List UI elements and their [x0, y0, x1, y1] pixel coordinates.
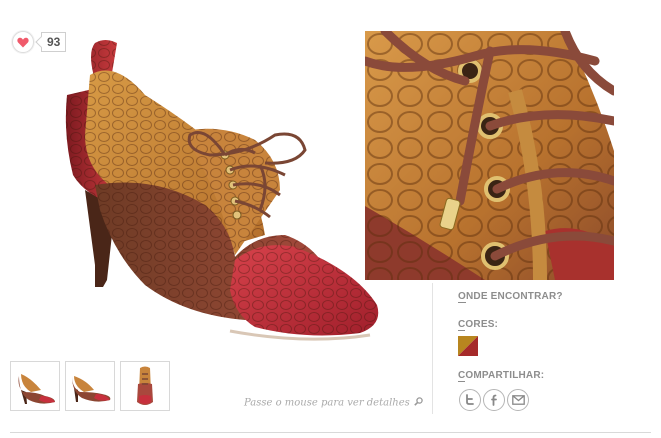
thumbnail-shoe-image	[72, 376, 111, 402]
zoom-detail-image	[365, 31, 614, 280]
facebook-button[interactable]	[483, 389, 505, 411]
thumbnail-2[interactable]	[65, 361, 115, 411]
where-to-find-link[interactable]: ONDE ENCONTRAR?	[458, 291, 563, 303]
twitter-button[interactable]	[459, 389, 481, 411]
where-label-rest: NDE ENCONTRAR?	[465, 291, 563, 302]
vertical-divider	[432, 283, 433, 414]
where-label-initial: O	[458, 291, 466, 303]
colors-label: CORES:	[458, 319, 499, 331]
colors-label-rest: ORES:	[465, 319, 499, 330]
twitter-icon	[466, 394, 474, 405]
magnifier-icon	[414, 397, 423, 409]
heart-icon	[17, 37, 29, 47]
facebook-icon	[491, 394, 497, 406]
zoom-hint-text: Passe o mouse para ver detalhes	[244, 397, 410, 409]
email-icon	[511, 395, 525, 405]
thumbnail-shoe-image	[137, 366, 153, 405]
email-button[interactable]	[507, 389, 529, 411]
share-label-rest: OMPARTILHAR:	[465, 370, 545, 381]
thumbnail-shoe-image	[18, 374, 55, 404]
thumbnail-3[interactable]	[120, 361, 170, 411]
thumbnail-1[interactable]	[10, 361, 60, 411]
color-swatch[interactable]	[458, 336, 478, 356]
like-button[interactable]	[12, 31, 34, 53]
zoom-hint: Passe o mouse para ver detalhes	[244, 397, 423, 409]
bottom-divider	[10, 432, 651, 433]
share-label: COMPARTILHAR:	[458, 370, 545, 382]
product-main-image[interactable]	[55, 35, 390, 350]
